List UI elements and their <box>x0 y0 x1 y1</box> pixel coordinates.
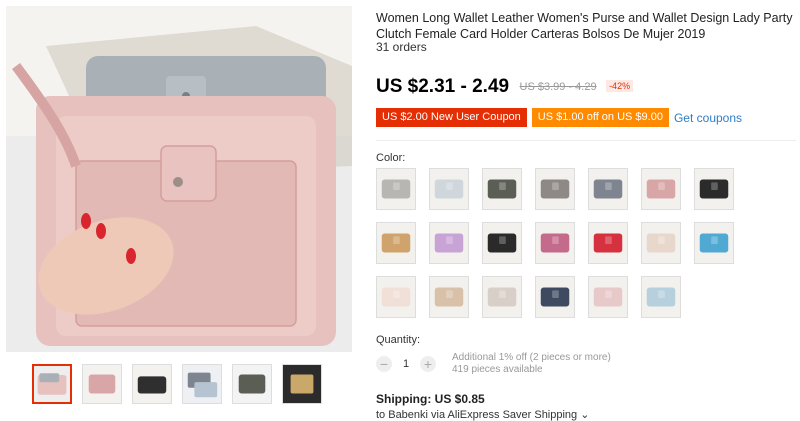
color-swatch[interactable] <box>588 222 628 264</box>
color-swatch[interactable] <box>482 222 522 264</box>
shipping-method-link[interactable]: to Babenki via AliExpress Saver Shipping… <box>376 408 589 421</box>
wallet-photo <box>6 6 352 352</box>
quantity-value[interactable]: 1 <box>392 358 420 370</box>
thumbnail-1[interactable] <box>32 364 72 404</box>
color-label: Color: <box>376 152 406 164</box>
color-swatch[interactable] <box>694 222 734 264</box>
get-coupons-link[interactable]: Get coupons <box>674 111 742 125</box>
color-swatch[interactable] <box>482 168 522 210</box>
color-swatch[interactable] <box>429 222 469 264</box>
main-product-image[interactable] <box>6 6 352 352</box>
color-swatch[interactable] <box>588 276 628 318</box>
color-swatch[interactable] <box>694 168 734 210</box>
product-title: Women Long Wallet Leather Women's Purse … <box>376 11 793 41</box>
quantity-stepper: − 1 + Additional 1% off (2 pieces or mor… <box>376 352 611 376</box>
current-price: US $2.31 - 2.49 <box>376 76 510 97</box>
original-price: US $3.99 - 4.29 <box>519 81 597 93</box>
thumbnail-3[interactable] <box>132 364 172 404</box>
quantity-label: Quantity: <box>376 334 421 346</box>
color-swatch[interactable] <box>376 276 416 318</box>
color-swatch[interactable] <box>429 276 469 318</box>
price-row: US $2.31 - 2.49 US $3.99 - 4.29 -42% <box>376 76 634 98</box>
thumbnail-2[interactable] <box>82 364 122 404</box>
color-swatch[interactable] <box>376 222 416 264</box>
coupon-row: US $2.00 New User Coupon US $1.00 off on… <box>376 108 742 127</box>
available-pieces-text: 419 pieces available <box>452 364 543 375</box>
thumbnail-4[interactable] <box>182 364 222 404</box>
divider <box>376 140 796 141</box>
thumbnail-5[interactable] <box>232 364 272 404</box>
additional-discount-text: Additional 1% off (2 pieces or more) <box>452 352 611 363</box>
color-swatch[interactable] <box>641 168 681 210</box>
decrease-quantity-button[interactable]: − <box>376 356 392 372</box>
color-swatch[interactable] <box>535 276 575 318</box>
thumbnail-strip <box>32 364 322 404</box>
increase-quantity-button[interactable]: + <box>420 356 436 372</box>
color-swatch[interactable] <box>641 276 681 318</box>
color-swatch[interactable] <box>535 222 575 264</box>
color-swatch[interactable] <box>482 276 522 318</box>
thumbnail-6[interactable] <box>282 364 322 404</box>
store-coupon[interactable]: US $1.00 off on US $9.00 <box>531 108 669 127</box>
color-swatch[interactable] <box>535 168 575 210</box>
new-user-coupon[interactable]: US $2.00 New User Coupon <box>376 108 527 127</box>
quantity-note: Additional 1% off (2 pieces or more) 419… <box>452 352 611 376</box>
color-swatch[interactable] <box>641 222 681 264</box>
shipping-price: Shipping: US $0.85 <box>376 392 485 406</box>
color-swatch[interactable] <box>588 168 628 210</box>
color-swatch[interactable] <box>429 168 469 210</box>
color-swatch[interactable] <box>376 168 416 210</box>
order-count: 31 orders <box>376 40 427 54</box>
discount-badge: -42% <box>606 80 634 92</box>
